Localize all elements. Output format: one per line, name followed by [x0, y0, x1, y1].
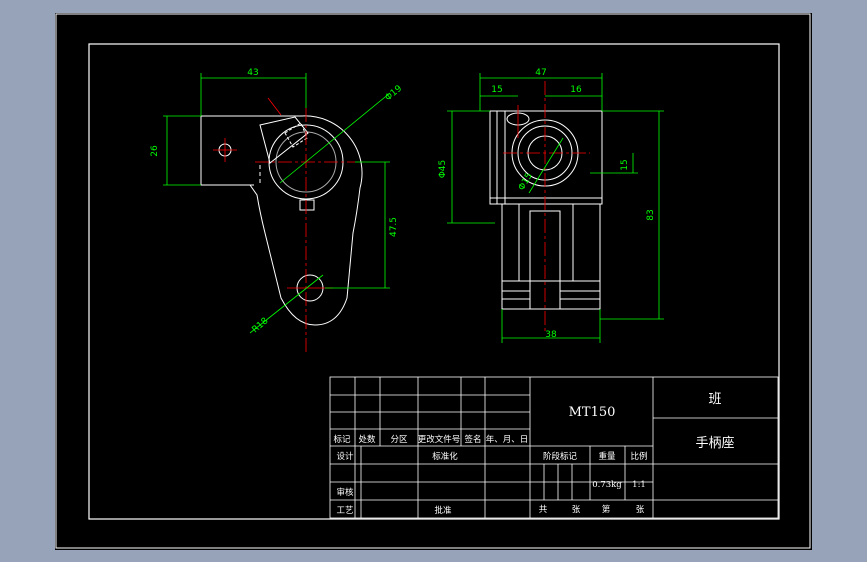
- part-name: 手柄座: [695, 436, 734, 451]
- dim-left-diameter: Φ19: [384, 84, 405, 104]
- drawing-sheet: 43 26 Φ19 47.5 R18 47 15 16 Φ45 Φ15 15 8…: [55, 13, 812, 550]
- sheets-number-label: 第: [602, 504, 611, 515]
- sheets-unit-1: 张: [572, 505, 581, 515]
- dim-left-width: 43: [247, 68, 258, 78]
- dim-left-height: 26: [150, 145, 160, 157]
- header-zone: 分区: [390, 435, 408, 445]
- right-dimensions: [447, 73, 664, 343]
- header-change-doc: 更改文件号: [418, 434, 461, 445]
- row-approve: 批准: [434, 505, 452, 516]
- row-review: 审核: [336, 487, 354, 498]
- weight-label: 重量: [598, 451, 616, 462]
- row-design: 设计: [336, 451, 354, 462]
- inner-frame: [88, 43, 780, 520]
- right-view: [489, 110, 603, 310]
- left-dimensions: [163, 73, 391, 334]
- header-date: 年、月、日: [486, 434, 529, 445]
- dim-right-width: 47: [535, 68, 546, 78]
- dim-right-height: Φ45: [438, 160, 448, 179]
- sheets-unit-2: 张: [636, 505, 645, 515]
- dim-right-total-height: 83: [646, 209, 656, 220]
- scale-label: 比例: [630, 451, 647, 462]
- outer-frame: [55, 13, 811, 549]
- row-process: 工艺: [336, 506, 353, 516]
- dim-right-right-offset: 16: [570, 85, 582, 95]
- class-label: 班: [708, 392, 721, 407]
- scale-value: 1:1: [632, 480, 646, 490]
- right-centerlines: [503, 81, 590, 331]
- header-count: 处数: [358, 434, 376, 445]
- dim-right-base-width: 38: [545, 330, 557, 340]
- stage-mark-label: 阶段标记: [543, 451, 578, 462]
- row-standardize: 标准化: [432, 451, 458, 462]
- header-mark: 标记: [333, 434, 351, 445]
- weight-value: 0.73kg: [592, 480, 622, 490]
- sheets-total-label: 共: [539, 505, 548, 515]
- dim-right-left-offset: 15: [491, 85, 502, 95]
- dim-left-center-distance: 47.5: [389, 217, 399, 237]
- drawing-canvas: 43 26 Φ19 47.5 R18 47 15 16 Φ45 Φ15 15 8…: [55, 13, 811, 549]
- left-centerlines: [213, 97, 355, 355]
- header-signature: 签名: [464, 434, 481, 445]
- dim-right-vertical: 15: [620, 159, 630, 170]
- drawing-number: MT150: [569, 405, 616, 420]
